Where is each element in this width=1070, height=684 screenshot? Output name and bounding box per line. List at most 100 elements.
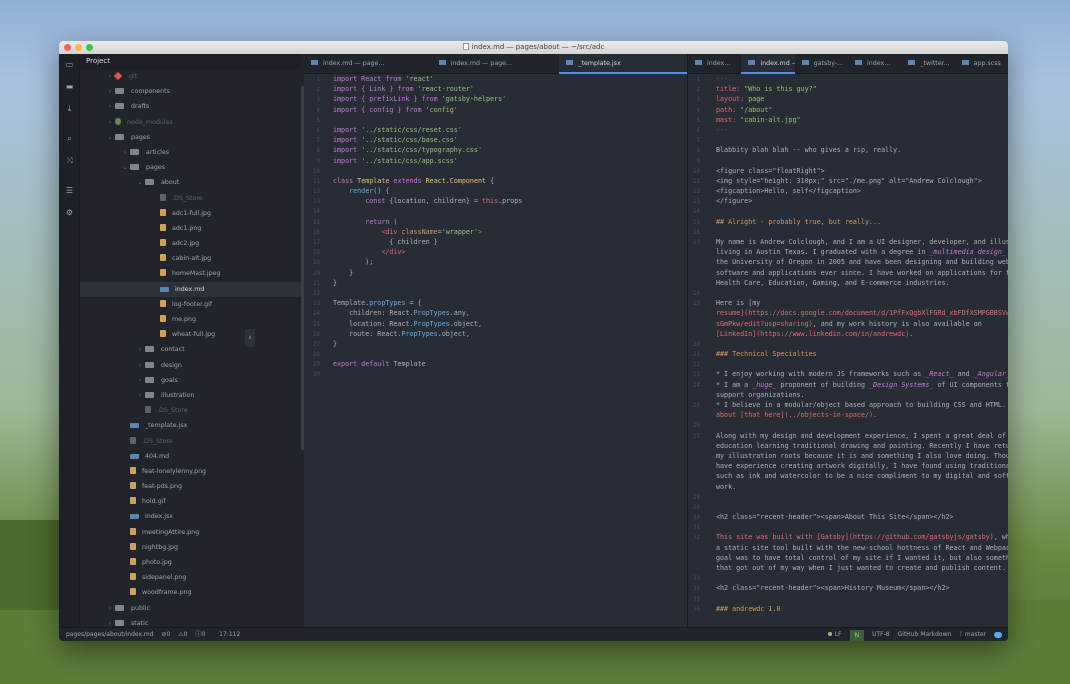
tree-folder[interactable]: ⌄ pages — [80, 160, 301, 175]
tree-file[interactable]: adc1.png — [80, 221, 301, 236]
tab-label: index... — [707, 60, 731, 67]
menu-icon[interactable]: ☰ — [65, 186, 74, 195]
tree-folder[interactable]: › articles — [80, 145, 301, 160]
tree-folder[interactable]: › components — [80, 84, 301, 99]
left-code-editor[interactable]: 1 import React from 'react' 2 import { Link… — [304, 74, 687, 380]
line-number: 36 — [693, 606, 700, 613]
tree-file[interactable]: index.md — [80, 281, 301, 297]
tree-resize-handle[interactable] — [301, 86, 304, 450]
code-token: education learning traditional drawing a… — [716, 441, 1008, 450]
editor-tab[interactable]: _twitter... — [901, 54, 954, 74]
code-line: 25 location: React.PropTypes.object, — [304, 319, 687, 329]
chevron-right-icon[interactable]: › — [135, 373, 145, 388]
editor-tab[interactable]: index.md — page... — [741, 54, 795, 74]
encoding[interactable]: UTF-8 — [872, 628, 890, 641]
code-line: 30 <h2 class="recent-header"><span>About … — [688, 512, 1008, 522]
chevron-right-icon[interactable]: › — [105, 99, 115, 114]
tree-file[interactable]: .DS_Store — [80, 434, 301, 449]
tree-file[interactable]: adc1-full.jpg — [80, 206, 301, 221]
code-line: 22 — [304, 288, 687, 298]
maximize-window-button[interactable] — [86, 44, 93, 51]
tree-file[interactable]: _template.jsx — [80, 418, 301, 433]
code-token: about [that here](../objects-in-space/) — [716, 411, 874, 420]
tree-file[interactable]: .DS_Store — [80, 191, 301, 206]
code-token: * I am a — [716, 380, 753, 389]
tree-file[interactable]: me.png — [80, 312, 301, 327]
lint-counts[interactable]: ⊘0 ⚠0 ⓘ0 — [162, 631, 212, 638]
chevron-right-icon[interactable]: › — [120, 145, 130, 160]
tree-file[interactable]: photo.jpg — [80, 555, 301, 570]
search-icon[interactable]: ⌕ — [65, 134, 74, 143]
tree-file[interactable]: woodframe.png — [80, 585, 301, 600]
code-token: .props — [498, 197, 523, 206]
tree-folder[interactable]: › goals — [80, 373, 301, 388]
editor-tab[interactable]: gatsby-... — [795, 54, 848, 74]
chevron-right-icon[interactable]: › — [105, 84, 115, 99]
chevron-right-icon[interactable]: › — [135, 388, 145, 403]
minimize-window-button[interactable] — [75, 44, 82, 51]
editor-tab[interactable]: index... — [848, 54, 901, 74]
code-token: title: — [716, 85, 745, 94]
tree-file[interactable]: adc2.jpg — [80, 236, 301, 251]
tree-file[interactable]: › .git — [80, 69, 301, 84]
cursor-position[interactable]: 17:112 — [219, 631, 240, 638]
tree-file[interactable]: homeMast.jpeg — [80, 266, 301, 281]
tree-folder[interactable]: › drafts — [80, 99, 301, 114]
chevron-down-icon[interactable]: ⌄ — [120, 160, 130, 175]
tree-file[interactable]: hold.gif — [80, 494, 301, 509]
chevron-right-icon[interactable]: › — [105, 616, 115, 627]
tree-folder[interactable]: ⌄ about — [80, 175, 301, 190]
tree-file[interactable]: index.jsx — [80, 509, 301, 524]
tab-label: app.scss — [973, 60, 1001, 67]
editor-tab[interactable]: _template.jsx — [559, 54, 687, 74]
line-ending[interactable]: LF — [827, 628, 842, 641]
tree-file[interactable]: meetingAttire.png — [80, 525, 301, 540]
git-branch[interactable]: ᚴ master — [959, 628, 986, 641]
code-line: 23 * I enjoy working with modern JS frame… — [688, 369, 1008, 379]
editor-tab[interactable]: index.md — page... — [304, 54, 432, 74]
chevron-right-icon[interactable]: › — [135, 342, 145, 357]
tab-label: _twitter... — [920, 60, 950, 67]
right-code-editor[interactable]: 1 --- 2 title: "Who is this guy?" 3 layout: p… — [688, 74, 1008, 614]
code-token: that got out of my way when I just wante… — [716, 564, 1006, 572]
tree-file[interactable]: cabin-alt.jpg — [80, 251, 301, 266]
editor-tab[interactable]: index.md — page... — [432, 54, 560, 74]
chevron-right-icon[interactable]: › — [105, 601, 115, 616]
close-window-button[interactable] — [64, 44, 71, 51]
tree-folder[interactable]: › public — [80, 601, 301, 616]
chevron-right-icon[interactable]: › — [135, 358, 145, 373]
tree-file[interactable]: feat-lonelylenny.png — [80, 464, 301, 479]
folder-icon — [115, 88, 124, 95]
code-token: .any, — [449, 309, 470, 318]
grammar[interactable]: GitHub Markdown — [898, 628, 952, 641]
chevron-down-icon[interactable]: ⌄ — [135, 175, 145, 190]
tree-file[interactable]: log-footer.gif — [80, 297, 301, 312]
tree-folder[interactable]: ⌄ pages — [80, 130, 301, 145]
tree-file[interactable]: wheat-full.jpg — [80, 327, 301, 342]
tree-file[interactable]: feat-pds.png — [80, 479, 301, 494]
code-line: 17 My name is Andrew Colclough, and I am … — [688, 237, 1008, 247]
tree-folder[interactable]: › contact — [80, 342, 301, 357]
file-path[interactable]: pages/pages/about/index.md — [66, 631, 154, 638]
tree-folder[interactable]: › static — [80, 616, 301, 627]
download-icon[interactable]: ⤓ — [65, 104, 74, 113]
file-icon[interactable]: ▭ — [65, 60, 74, 69]
tree-folder[interactable]: › design — [80, 358, 301, 373]
tree-file[interactable]: 404.md — [80, 449, 301, 464]
editor-tab[interactable]: app.scss — [955, 54, 1008, 74]
gear-icon[interactable]: ⚙ — [65, 208, 74, 217]
chevron-right-icon[interactable]: › — [105, 115, 115, 130]
code-token: .object, — [449, 319, 482, 328]
chevron-down-icon[interactable]: ⌄ — [105, 130, 115, 145]
jsx-file-icon — [130, 514, 139, 520]
tree-file[interactable]: .DS_Store — [80, 403, 301, 418]
editor-tab[interactable]: index... — [688, 54, 741, 74]
folder-icon[interactable]: ▬ — [65, 82, 74, 91]
tree-file[interactable]: sidepanel.png — [80, 570, 301, 585]
tree-file[interactable]: › node_modules — [80, 115, 301, 130]
tree-folder[interactable]: › illustration — [80, 388, 301, 403]
twitter-icon[interactable] — [994, 631, 1002, 638]
collapse-panel-button[interactable]: ‹ — [245, 329, 255, 347]
tree-file[interactable]: nightbg.jpg — [80, 540, 301, 555]
shuffle-icon[interactable]: ⤨ — [65, 156, 74, 165]
